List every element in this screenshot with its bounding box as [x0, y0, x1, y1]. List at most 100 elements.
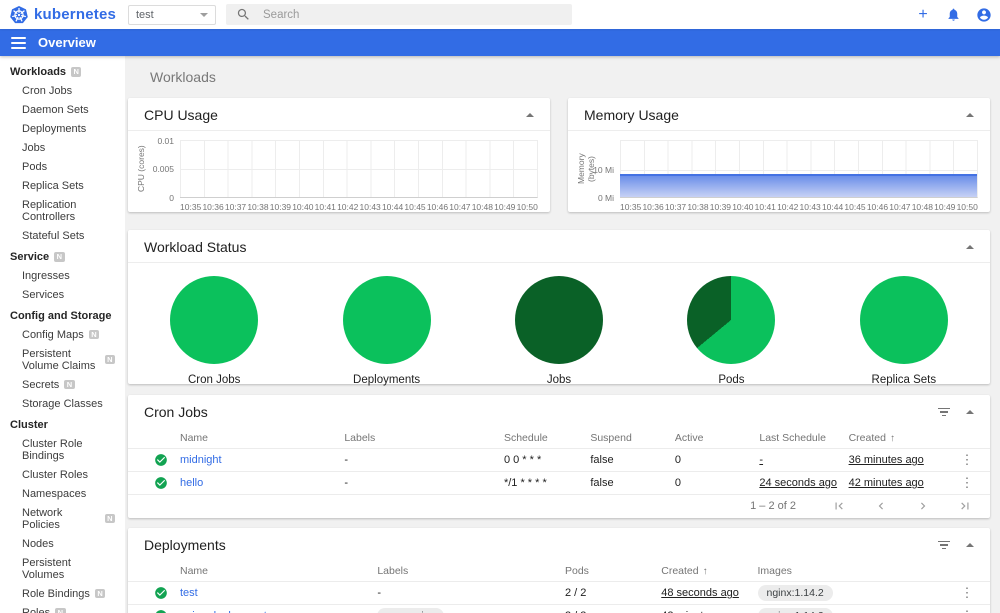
- collapse-icon[interactable]: [526, 113, 534, 117]
- cron-jobs-title: Cron Jobs: [144, 404, 208, 420]
- collapse-icon[interactable]: [966, 543, 974, 547]
- search-input[interactable]: [263, 8, 523, 21]
- main-content: Workloads CPU Usage CPU (cores) 0.01 0.0…: [125, 56, 1000, 613]
- sidebar-item-secrets[interactable]: Secrets N: [0, 375, 125, 394]
- sidebar-item-replica-sets[interactable]: Replica Sets: [0, 176, 125, 195]
- cron-jobs-table-header: Name Labels Schedule Suspend Active Last…: [128, 427, 990, 448]
- item-label: Persistent Volume Claims: [22, 347, 96, 372]
- pie-chart: [859, 276, 948, 364]
- gridline: [180, 168, 537, 170]
- sidebar: Workloads N Cron Jobs Daemon Sets Deploym…: [0, 56, 125, 613]
- column-header-suspend[interactable]: Suspend: [590, 432, 675, 444]
- filter-icon[interactable]: [936, 539, 952, 552]
- sidebar-item-persistent-volume-claims[interactable]: Persistent Volume Claims N: [0, 344, 125, 375]
- collapse-icon[interactable]: [966, 113, 974, 117]
- column-header-name[interactable]: Name: [180, 565, 377, 577]
- kubernetes-logo[interactable]: kubernetes: [10, 5, 120, 24]
- sidebar-item-pods[interactable]: Pods: [0, 157, 125, 176]
- search-bar[interactable]: [226, 4, 572, 25]
- column-header-labels[interactable]: Labels: [344, 432, 504, 444]
- sidebar-item-services[interactable]: Services: [0, 285, 125, 304]
- collapse-icon[interactable]: [966, 410, 974, 414]
- namespace-selector[interactable]: test: [128, 4, 216, 25]
- column-header-last-schedule[interactable]: Last Schedule: [759, 432, 848, 444]
- item-label: Replication Controllers: [22, 198, 77, 223]
- sidebar-section-workloads[interactable]: Workloads N: [0, 60, 125, 81]
- sidebar-item-cron-jobs[interactable]: Cron Jobs: [0, 81, 125, 100]
- column-header-created[interactable]: Created: [661, 565, 757, 577]
- memory-chart-plot: [620, 140, 978, 198]
- sidebar-item-network-policies[interactable]: Network Policies N: [0, 503, 125, 534]
- toolbar: Overview: [0, 29, 1000, 56]
- row-menu-icon[interactable]: [950, 585, 984, 601]
- sidebar-item-deployments[interactable]: Deployments: [0, 119, 125, 138]
- sidebar-item-roles[interactable]: Roles N: [0, 603, 125, 613]
- next-page-button[interactable]: [916, 499, 930, 513]
- workload-status-card: Workload Status Cron Jobs Deployments Jo…: [128, 230, 990, 386]
- page-title: Workloads: [150, 69, 216, 85]
- filter-icon[interactable]: [936, 406, 952, 419]
- first-page-button[interactable]: [832, 499, 846, 513]
- namespaced-badge: N: [71, 67, 82, 77]
- status-pie-replica-sets: Replica Sets: [818, 276, 990, 386]
- y-tick: 0 Mi: [597, 193, 614, 203]
- status-ok-icon: [156, 610, 166, 613]
- status-ok-icon: [155, 454, 167, 466]
- sidebar-section-service[interactable]: Service N: [0, 245, 125, 266]
- cell-last-schedule: 24 seconds ago: [759, 477, 838, 489]
- image-chip: nginx:1.14.2: [757, 607, 833, 613]
- status-pie-deployments: Deployments: [300, 276, 472, 386]
- column-header-labels[interactable]: Labels: [377, 565, 565, 577]
- memory-area: [620, 174, 977, 197]
- status-pie-cron-jobs: Cron Jobs: [128, 276, 300, 386]
- sidebar-item-daemon-sets[interactable]: Daemon Sets: [0, 100, 125, 119]
- sidebar-item-ingresses[interactable]: Ingresses: [0, 266, 125, 285]
- pie-chart: [170, 276, 259, 364]
- column-header-name[interactable]: Name: [180, 432, 344, 444]
- namespaced-badge: N: [94, 588, 106, 599]
- row-menu-icon[interactable]: [950, 608, 984, 613]
- column-header-pods[interactable]: Pods: [565, 565, 661, 577]
- section-label: Cluster: [10, 419, 48, 431]
- cron-job-link[interactable]: hello: [180, 477, 344, 489]
- pie-label: Jobs: [546, 374, 572, 386]
- column-header-active[interactable]: Active: [675, 432, 760, 444]
- sidebar-item-replication-controllers[interactable]: Replication Controllers: [0, 195, 125, 226]
- item-label: Roles: [22, 606, 51, 613]
- cell-schedule: 0 0 * * *: [503, 454, 542, 466]
- sidebar-item-cluster-roles[interactable]: Cluster Roles: [0, 465, 125, 484]
- last-page-button[interactable]: [958, 499, 972, 513]
- column-header-created[interactable]: Created: [849, 432, 950, 444]
- status-ok-icon: [155, 477, 167, 489]
- y-tick: 0: [169, 193, 174, 203]
- column-header-images[interactable]: Images: [758, 565, 951, 577]
- toolbar-title: Overview: [38, 35, 96, 50]
- deployments-title: Deployments: [144, 537, 226, 553]
- app-bar: kubernetes test: [0, 0, 1000, 29]
- sidebar-item-persistent-volumes[interactable]: Persistent Volumes: [0, 553, 125, 584]
- collapse-icon[interactable]: [966, 245, 974, 249]
- kubernetes-helm-icon: [10, 5, 28, 23]
- namespaced-badge: N: [64, 379, 75, 390]
- chevron-right-icon: [921, 502, 926, 510]
- row-menu-icon[interactable]: [950, 452, 984, 468]
- user-menu-button[interactable]: [976, 7, 992, 23]
- deployment-link[interactable]: test: [180, 587, 377, 599]
- sidebar-item-cluster-role-bindings[interactable]: Cluster Role Bindings: [0, 434, 125, 465]
- column-header-schedule[interactable]: Schedule: [504, 432, 590, 444]
- sidebar-item-jobs[interactable]: Jobs: [0, 138, 125, 157]
- row-menu-icon[interactable]: [950, 475, 984, 491]
- create-resource-button[interactable]: [915, 7, 931, 23]
- sidebar-item-nodes[interactable]: Nodes: [0, 534, 125, 553]
- cron-job-link[interactable]: midnight: [180, 454, 344, 466]
- cell-created: 48 seconds ago: [661, 587, 739, 599]
- sidebar-item-namespaces[interactable]: Namespaces: [0, 484, 125, 503]
- sidebar-item-config-maps[interactable]: Config Maps N: [0, 325, 125, 344]
- sidebar-item-role-bindings[interactable]: Role Bindings N: [0, 584, 125, 603]
- menu-icon[interactable]: [11, 36, 26, 49]
- prev-page-button[interactable]: [874, 499, 888, 513]
- sidebar-item-stateful-sets[interactable]: Stateful Sets: [0, 226, 125, 245]
- notifications-button[interactable]: [946, 7, 961, 22]
- sidebar-section-config-and-storage: Config and Storage: [0, 304, 125, 325]
- sidebar-item-storage-classes[interactable]: Storage Classes: [0, 394, 125, 413]
